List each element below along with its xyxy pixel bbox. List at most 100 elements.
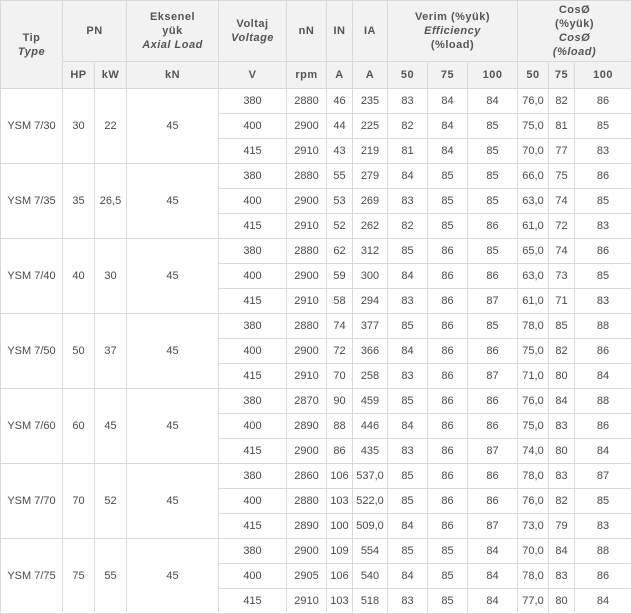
voltage-cell: 380 (219, 314, 287, 339)
eff-50-cell: 82 (388, 214, 428, 239)
speed-cell: 2900 (287, 339, 327, 364)
cos-100-cell: 83 (575, 139, 631, 164)
cos-100-cell: 83 (575, 514, 631, 539)
type-cell: YSM 7/30 (1, 89, 63, 164)
nominal-current-cell: 55 (327, 164, 353, 189)
eff-50-cell: 83 (388, 364, 428, 389)
cos-100-cell: 86 (575, 164, 631, 189)
cos-50-cell: 76,0 (518, 489, 549, 514)
starting-current-cell: 509,0 (353, 514, 388, 539)
cos-50-cell: 75,0 (518, 114, 549, 139)
hp-cell: 50 (63, 314, 95, 389)
cos-75-cell: 77 (549, 139, 575, 164)
cos-100-cell: 86 (575, 564, 631, 589)
eff-50-cell: 84 (388, 514, 428, 539)
starting-current-cell: 262 (353, 214, 388, 239)
unit-eff-50: 50 (388, 62, 428, 89)
efficiency-label: Efficiency (388, 24, 517, 38)
cos-75-cell: 82 (549, 89, 575, 114)
axial-load-header: Eksenel yük Axial Load (127, 1, 219, 62)
speed-cell: 2910 (287, 214, 327, 239)
voltage-label: Voltage (219, 31, 286, 45)
cos-50-cell: 70,0 (518, 539, 549, 564)
hp-cell: 30 (63, 89, 95, 164)
cos-75-cell: 84 (549, 539, 575, 564)
hp-cell: 75 (63, 539, 95, 614)
eff-100-cell: 86 (468, 414, 518, 439)
eff-75-cell: 86 (428, 389, 468, 414)
efficiency-load-label: (%load) (388, 38, 517, 52)
type-cell: YSM 7/70 (1, 464, 63, 539)
speed-header: nN (287, 1, 327, 62)
speed-cell: 2870 (287, 389, 327, 414)
starting-current-header: IA (353, 1, 388, 62)
axial-load-cell: 45 (127, 89, 219, 164)
eff-75-cell: 85 (428, 539, 468, 564)
eff-100-cell: 85 (468, 164, 518, 189)
kw-cell: 55 (95, 539, 127, 614)
nominal-current-cell: 86 (327, 439, 353, 464)
cos-50-cell: 75,0 (518, 414, 549, 439)
speed-cell: 2900 (287, 114, 327, 139)
cos-75-cell: 81 (549, 114, 575, 139)
hp-cell: 40 (63, 239, 95, 314)
starting-current-cell: 540 (353, 564, 388, 589)
eff-50-cell: 83 (388, 589, 428, 614)
kw-cell: 26,5 (95, 164, 127, 239)
eff-100-cell: 87 (468, 439, 518, 464)
eff-100-cell: 86 (468, 339, 518, 364)
eff-50-cell: 84 (388, 564, 428, 589)
starting-current-cell: 377 (353, 314, 388, 339)
nominal-current-cell: 88 (327, 414, 353, 439)
motor-spec-table: Tip Type PN Eksenel yük Axial Load Volta… (0, 0, 631, 614)
kw-cell: 22 (95, 89, 127, 164)
eff-75-cell: 86 (428, 364, 468, 389)
eff-100-cell: 86 (468, 489, 518, 514)
starting-current-cell: 446 (353, 414, 388, 439)
eff-100-cell: 87 (468, 289, 518, 314)
cos-100-cell: 83 (575, 214, 631, 239)
cos-75-cell: 79 (549, 514, 575, 539)
speed-cell: 2910 (287, 589, 327, 614)
eff-100-cell: 86 (468, 264, 518, 289)
cos-label-en: CosØ (518, 31, 631, 45)
cos-yuk-label: (%yük) (518, 17, 631, 31)
nominal-current-cell: 103 (327, 589, 353, 614)
voltage-cell: 400 (219, 264, 287, 289)
nominal-current-cell: 62 (327, 239, 353, 264)
cos-75-cell: 72 (549, 214, 575, 239)
cos-75-cell: 85 (549, 314, 575, 339)
voltage-header: Voltaj Voltage (219, 1, 287, 62)
eff-75-cell: 86 (428, 514, 468, 539)
eff-50-cell: 85 (388, 239, 428, 264)
unit-cos-75: 75 (549, 62, 575, 89)
cos-100-cell: 85 (575, 114, 631, 139)
cos-50-cell: 77,0 (518, 589, 549, 614)
cos-100-cell: 86 (575, 239, 631, 264)
hp-cell: 35 (63, 164, 95, 239)
unit-kw: kW (95, 62, 127, 89)
kw-cell: 30 (95, 239, 127, 314)
tip-label: Tip (1, 31, 62, 45)
table-row: YSM 7/707052453802860106537,085868678,08… (1, 464, 631, 489)
voltage-cell: 380 (219, 539, 287, 564)
table-body: YSM 7/3030224538028804623583848476,08286… (1, 89, 631, 614)
cos-75-cell: 80 (549, 439, 575, 464)
unit-a-in: A (327, 62, 353, 89)
unit-hp: HP (63, 62, 95, 89)
starting-current-cell: 435 (353, 439, 388, 464)
eff-50-cell: 83 (388, 439, 428, 464)
cos-75-cell: 82 (549, 339, 575, 364)
type-label: Type (1, 45, 62, 59)
eff-75-cell: 86 (428, 339, 468, 364)
starting-current-cell: 537,0 (353, 464, 388, 489)
axial-load-cell: 45 (127, 539, 219, 614)
eff-100-cell: 85 (468, 314, 518, 339)
voltage-cell: 400 (219, 414, 287, 439)
axial-load-label: Axial Load (127, 38, 218, 52)
unit-cos-100: 100 (575, 62, 631, 89)
starting-current-cell: 366 (353, 339, 388, 364)
eff-50-cell: 83 (388, 89, 428, 114)
nominal-current-cell: 53 (327, 189, 353, 214)
nominal-current-cell: 100 (327, 514, 353, 539)
